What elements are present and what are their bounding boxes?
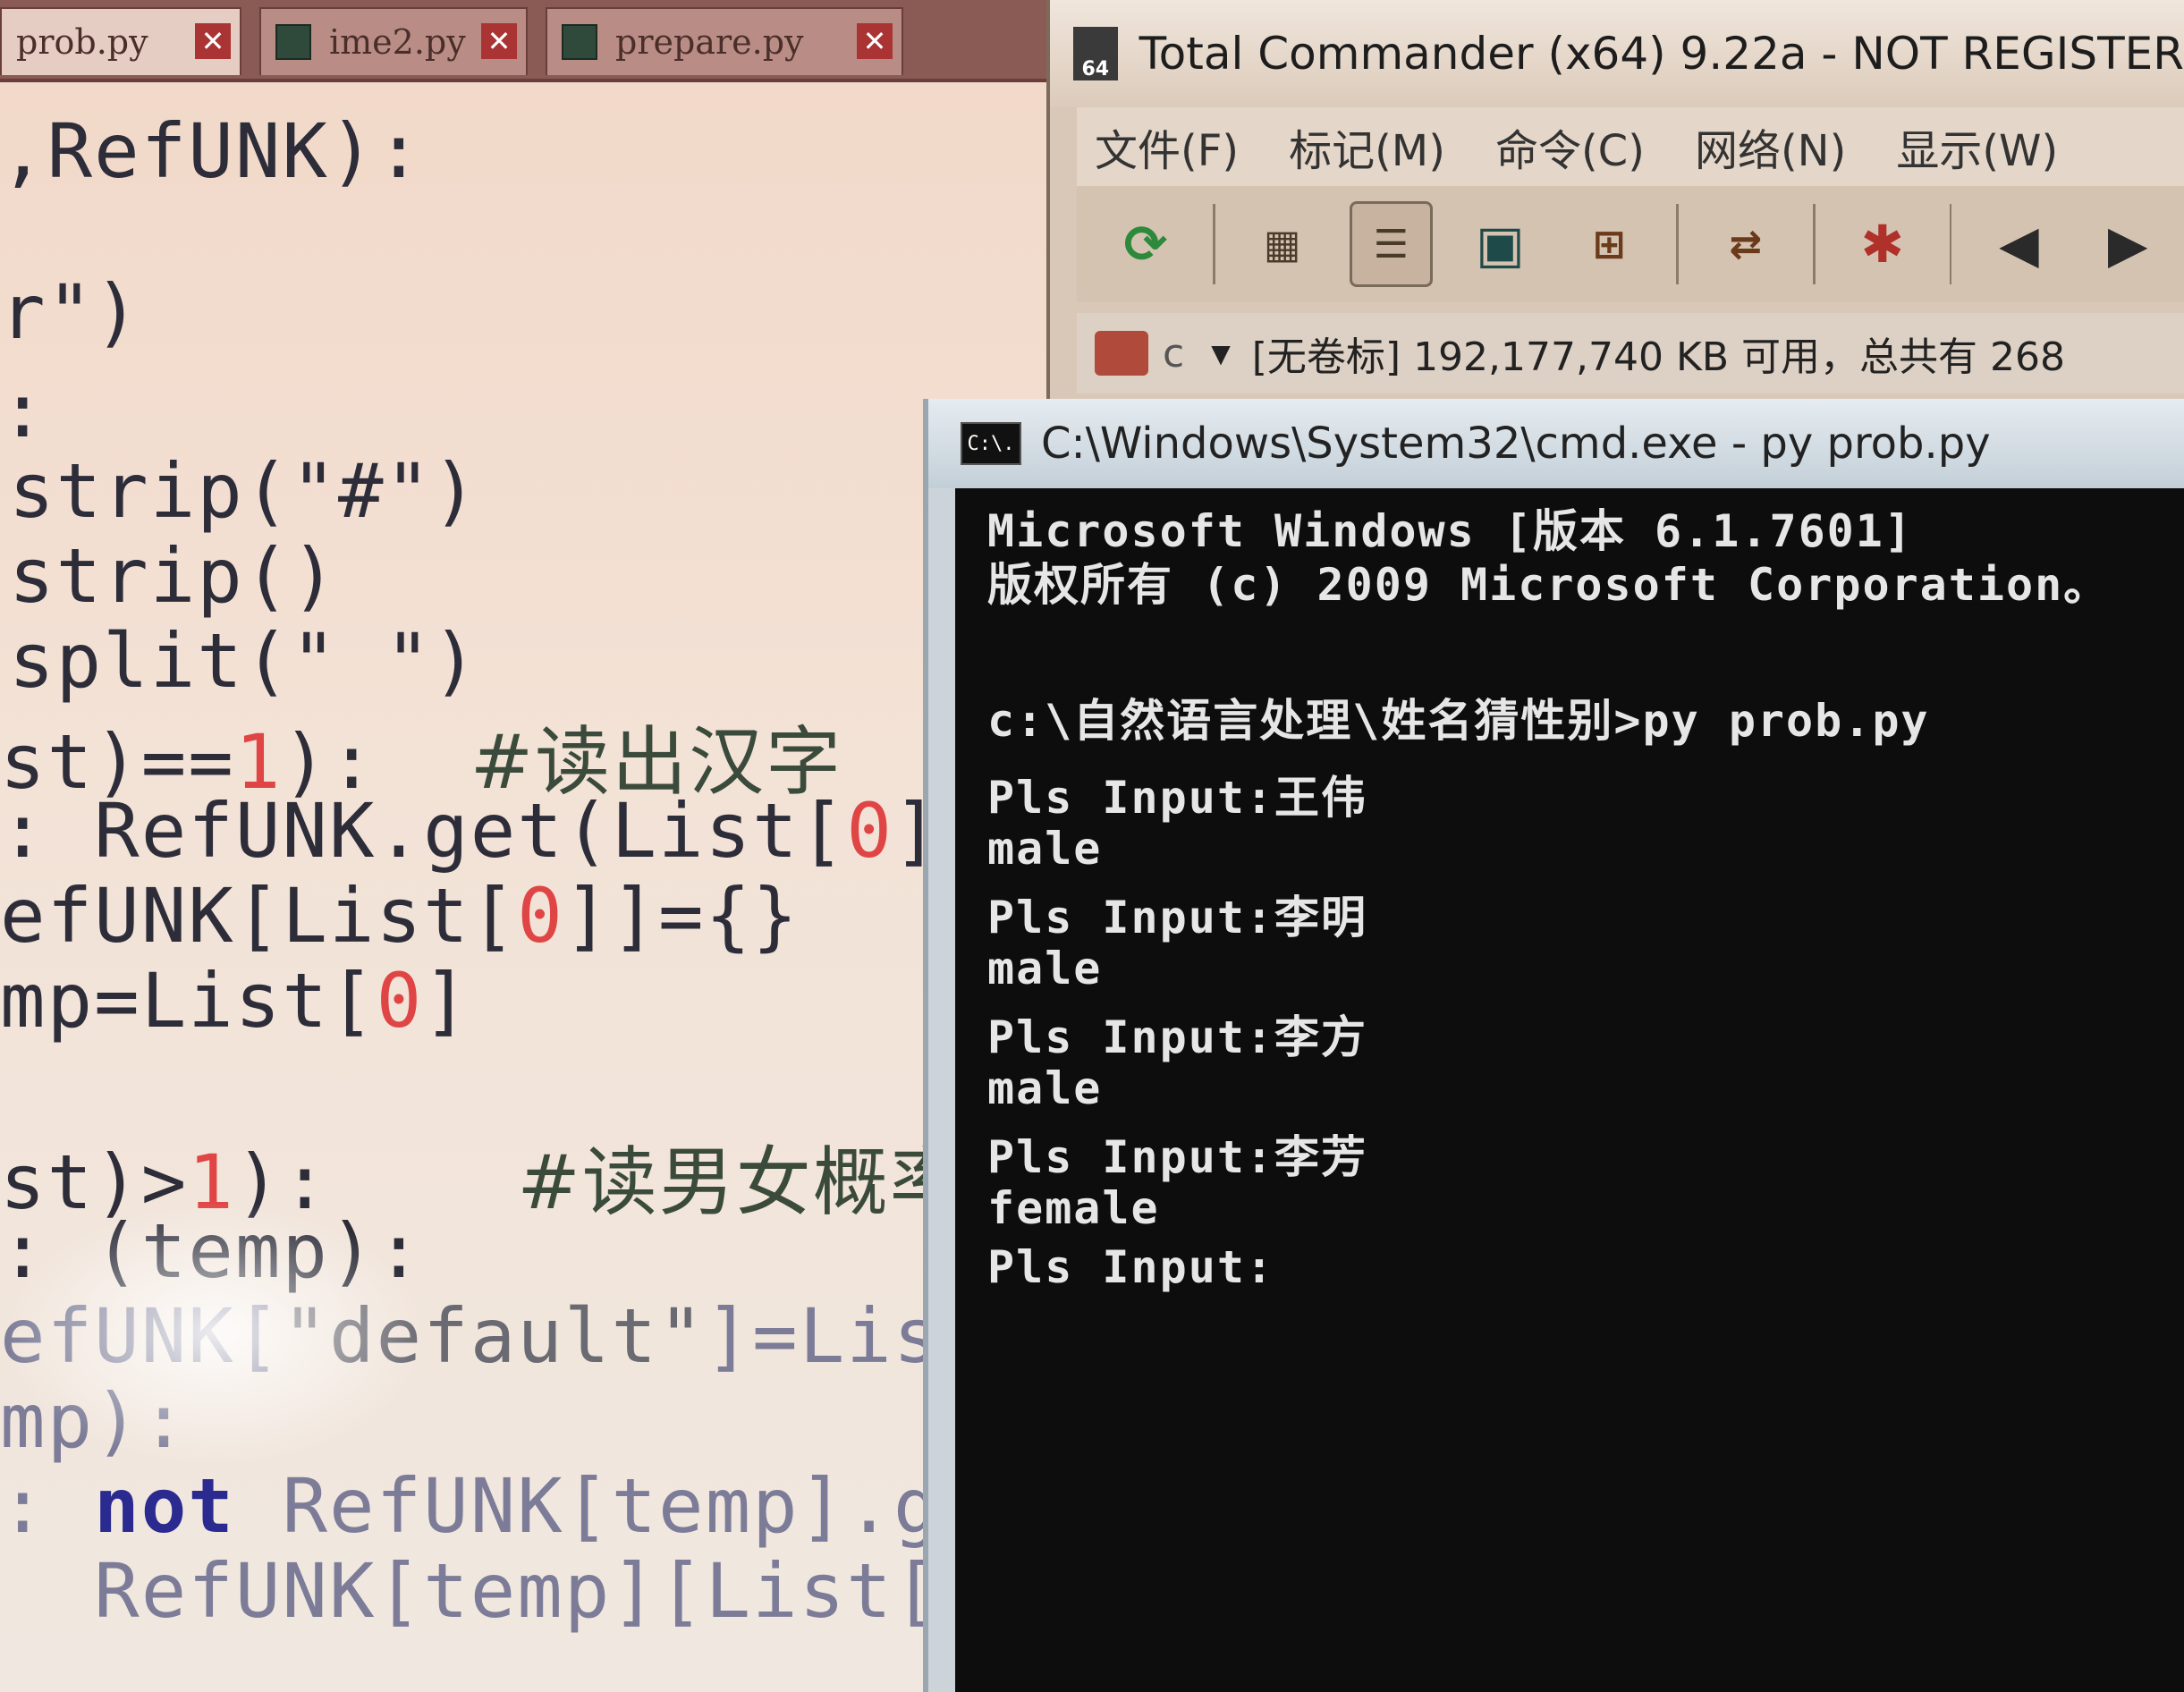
cmd-icon: C:\.: [961, 422, 1021, 465]
editor-tab-bar: prob.py ✕ ime2.py ✕ prepare.py ✕: [0, 0, 1046, 82]
window-titlebar[interactable]: 64 Total Commander (x64) 9.22a - NOT REG…: [1050, 0, 2184, 107]
code-token: :: [0, 1462, 95, 1550]
menu-show[interactable]: 显示(W): [1896, 115, 2058, 178]
console-line: 版权所有 (c) 2009 Microsoft Corporation。: [987, 559, 2111, 611]
code-line: strip("#"): [9, 447, 479, 535]
code-token: 0: [846, 787, 893, 875]
window-title: C:\Windows\System32\cmd.exe - py prob.py: [1041, 419, 1991, 469]
thumbnail-view-icon[interactable]: ▣: [1458, 201, 1542, 287]
code-token: :: [0, 367, 47, 454]
app-icon: 64: [1073, 27, 1118, 80]
tab-label: ime2.py: [329, 22, 466, 62]
code-token: 0: [376, 957, 424, 1045]
menu-network[interactable]: 网络(N): [1695, 115, 1846, 178]
code-line: :: [0, 367, 47, 454]
code-line: strip(): [9, 532, 338, 620]
console-line: Pls Input:李明: [987, 892, 1368, 943]
tab-label: prob.py: [16, 22, 148, 62]
drive-icon: [1095, 331, 1148, 376]
code-line: : RefUNK.get(List[0]):: [0, 787, 1035, 875]
window-title: Total Commander (x64) 9.22a - NOT REGIST…: [1139, 28, 2184, 80]
console-line: Pls Input:王伟: [987, 772, 1368, 824]
file-icon: [275, 24, 311, 60]
code-line: ,RefUNK):: [0, 107, 423, 195]
drive-info: [无卷标] 192,177,740 KB 可用，总共有 268: [1251, 334, 2065, 380]
compare-dirs-icon[interactable]: ⇄: [1704, 201, 1788, 287]
toolbar-divider: [1676, 204, 1679, 284]
detailed-view-icon[interactable]: ☰: [1349, 201, 1434, 287]
code-token: strip(): [9, 532, 339, 620]
console-line: female: [987, 1182, 1160, 1234]
toolbar-divider: [1812, 204, 1816, 284]
file-icon: [562, 24, 597, 60]
refresh-icon[interactable]: ⟳: [1104, 201, 1188, 287]
console-line: male: [987, 1062, 1103, 1114]
chevron-down-icon[interactable]: ▼: [1211, 339, 1231, 368]
tree-view-icon[interactable]: ⊞: [1567, 201, 1651, 287]
tab-label: prepare.py: [615, 22, 804, 62]
code-line: efUNK[List[0]]={}: [0, 872, 800, 960]
code-token: 0: [517, 872, 564, 960]
code-token: r"): [0, 268, 141, 356]
code-token: mp=List[: [0, 957, 377, 1045]
back-arrow-icon[interactable]: ◀: [1977, 201, 2061, 287]
menu-file[interactable]: 文件(F): [1095, 115, 1239, 178]
app-icon-label: 64: [1081, 58, 1110, 80]
tab-ime2-py[interactable]: ime2.py ✕: [259, 7, 528, 75]
code-line: RefUNK[temp][List[0: [0, 1547, 987, 1635]
code-token: RefUNK[temp].get: [234, 1462, 1035, 1550]
drive-bar: c ▼ [无卷标] 192,177,740 KB 可用，总共有 268: [1077, 313, 2184, 393]
toolbar-divider: [1949, 204, 1952, 284]
console-line: Pls Input:李方: [987, 1011, 1368, 1063]
menu-commands[interactable]: 命令(C): [1495, 115, 1645, 178]
close-icon[interactable]: ✕: [481, 23, 517, 59]
code-token: : RefUNK.get(List[: [0, 787, 847, 875]
code-token: ]: [423, 957, 470, 1045]
forward-arrow-icon[interactable]: ▶: [2086, 201, 2170, 287]
cmd-icon-label: C:\.: [967, 432, 1015, 455]
code-token: ,RefUNK):: [0, 107, 424, 195]
window-titlebar[interactable]: C:\. C:\Windows\System32\cmd.exe - py pr…: [928, 399, 2184, 488]
code-line: r"): [0, 268, 141, 356]
code-token: RefUNK[temp][List[: [0, 1547, 941, 1635]
code-line: mp=List[0]: [0, 957, 470, 1045]
code-token: strip("#"): [9, 447, 479, 535]
code-token: #读男女概率: [517, 1138, 967, 1226]
cmd-window: C:\. C:\Windows\System32\cmd.exe - py pr…: [923, 399, 2184, 1692]
tab-prob-py[interactable]: prob.py ✕: [0, 7, 241, 75]
console-line: male: [987, 823, 1103, 875]
console-line: Pls Input:李芳: [987, 1131, 1368, 1183]
console-output[interactable]: Microsoft Windows [版本 6.1.7601] 版权所有 (c)…: [955, 488, 2184, 1692]
console-line: c:\自然语言处理\姓名猜性别>py prob.py: [987, 695, 1930, 747]
code-token: not: [94, 1462, 235, 1550]
code-line: split(" "): [9, 617, 479, 705]
toolbar: ⟳ ▦ ☰ ▣ ⊞ ⇄ ✱ ◀ ▶: [1077, 186, 2184, 302]
screen-glare: [0, 1198, 429, 1467]
console-prompt[interactable]: Pls Input:: [987, 1241, 1274, 1293]
console-line: male: [987, 943, 1103, 994]
sync-dirs-icon[interactable]: ✱: [1841, 201, 1925, 287]
toolbar-divider: [1212, 204, 1215, 284]
close-icon[interactable]: ✕: [195, 23, 231, 59]
code-token: efUNK[List[: [0, 872, 518, 960]
code-editor[interactable]: prob.py ✕ ime2.py ✕ prepare.py ✕ ,RefUNK…: [0, 0, 1046, 1692]
code-line: : not RefUNK[temp].get: [0, 1462, 1035, 1550]
total-commander-window: 64 Total Commander (x64) 9.22a - NOT REG…: [1046, 0, 2184, 411]
close-icon[interactable]: ✕: [857, 23, 893, 59]
tab-prepare-py[interactable]: prepare.py ✕: [546, 7, 903, 75]
code-token: ]]={}: [563, 872, 800, 960]
menu-bar: 文件(F) 标记(M) 命令(C) 网络(N) 显示(W): [1077, 107, 2184, 186]
menu-mark[interactable]: 标记(M): [1289, 115, 1445, 178]
code-token: split(" "): [9, 617, 479, 705]
brief-view-icon[interactable]: ▦: [1240, 201, 1325, 287]
drive-selector[interactable]: c: [1163, 331, 1184, 376]
